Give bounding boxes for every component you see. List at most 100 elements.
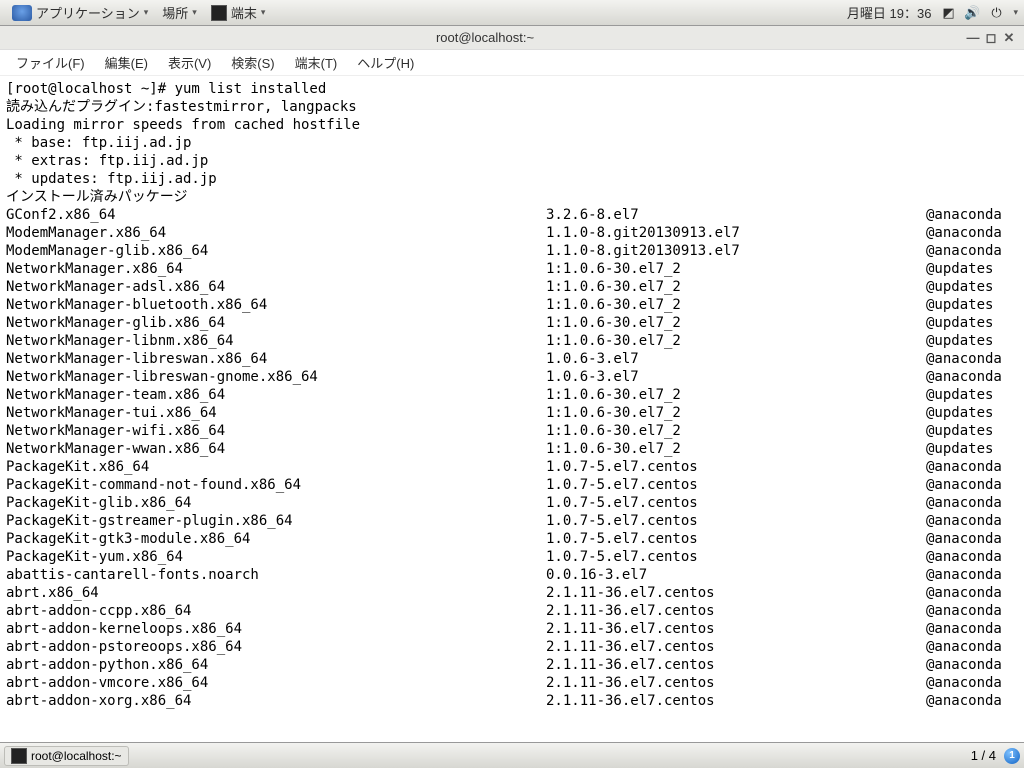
accessibility-icon[interactable]: ◩ [941,6,955,20]
package-version: 2.1.11-36.el7.centos [546,602,926,620]
taskbar-window-label: root@localhost:~ [31,749,122,763]
package-name: abrt-addon-kerneloops.x86_64 [6,620,546,638]
terminal-menu[interactable]: 端末 ▾ [205,1,272,24]
package-name: NetworkManager-libreswan-gnome.x86_64 [6,368,546,386]
power-icon[interactable]: ⏻ [989,6,1003,20]
package-version: 1:1.0.6-30.el7_2 [546,260,926,278]
terminal-line: * updates: ftp.iij.ad.jp [6,170,1018,188]
package-repo: @updates [926,404,1018,422]
places-menu[interactable]: 場所 ▾ [156,1,203,24]
package-version: 1:1.0.6-30.el7_2 [546,404,926,422]
package-row: NetworkManager-libreswan-gnome.x86_641.0… [6,368,1018,386]
window-title: root@localhost:~ [6,30,964,45]
package-row: NetworkManager-bluetooth.x86_641:1.0.6-3… [6,296,1018,314]
package-repo: @anaconda [926,530,1018,548]
menu-search[interactable]: 検索(S) [221,50,284,75]
package-repo: @anaconda [926,638,1018,656]
package-name: NetworkManager-glib.x86_64 [6,314,546,332]
clock-label[interactable]: 月曜日 19：36 [847,3,932,22]
package-name: ModemManager-glib.x86_64 [6,242,546,260]
package-version: 1.0.7-5.el7.centos [546,512,926,530]
workspace-indicator[interactable]: 1 / 4 [971,748,996,763]
package-repo: @updates [926,440,1018,458]
package-row: ModemManager-glib.x86_641.1.0-8.git20130… [6,242,1018,260]
package-version: 2.1.11-36.el7.centos [546,656,926,674]
minimize-button[interactable]: — [964,30,982,45]
package-repo: @anaconda [926,494,1018,512]
package-repo: @updates [926,314,1018,332]
package-repo: @anaconda [926,602,1018,620]
package-version: 1.0.6-3.el7 [546,368,926,386]
package-name: GConf2.x86_64 [6,206,546,224]
package-version: 1.0.6-3.el7 [546,350,926,368]
close-button[interactable]: ✕ [1000,30,1018,46]
bottom-panel: root@localhost:~ 1 / 4 1 [0,742,1024,768]
menu-terminal[interactable]: 端末(T) [285,50,348,75]
package-row: abrt-addon-xorg.x86_642.1.11-36.el7.cent… [6,692,1018,710]
package-repo: @anaconda [926,548,1018,566]
package-row: NetworkManager-tui.x86_641:1.0.6-30.el7_… [6,404,1018,422]
package-version: 0.0.16-3.el7 [546,566,926,584]
package-version: 1:1.0.6-30.el7_2 [546,332,926,350]
chevron-down-icon: ▾ [192,7,197,18]
package-version: 1:1.0.6-30.el7_2 [546,422,926,440]
package-version: 1:1.0.6-30.el7_2 [546,314,926,332]
package-repo: @anaconda [926,656,1018,674]
package-version: 2.1.11-36.el7.centos [546,584,926,602]
package-name: NetworkManager-libnm.x86_64 [6,332,546,350]
package-name: ModemManager.x86_64 [6,224,546,242]
notification-badge[interactable]: 1 [1004,748,1020,764]
package-repo: @anaconda [926,512,1018,530]
terminal-line: * extras: ftp.iij.ad.jp [6,152,1018,170]
terminal-output[interactable]: [root@localhost ~]# yum list installed読み… [0,76,1024,746]
package-repo: @anaconda [926,620,1018,638]
package-row: abrt-addon-python.x86_642.1.11-36.el7.ce… [6,656,1018,674]
window-titlebar[interactable]: root@localhost:~ — ◻ ✕ [0,26,1024,50]
package-row: NetworkManager-team.x86_641:1.0.6-30.el7… [6,386,1018,404]
package-version: 1.0.7-5.el7.centos [546,530,926,548]
applications-menu[interactable]: アプリケーション ▾ [6,1,154,24]
package-row: abrt-addon-pstoreoops.x86_642.1.11-36.el… [6,638,1018,656]
terminal-line: [root@localhost ~]# yum list installed [6,80,1018,98]
package-row: ModemManager.x86_641.1.0-8.git20130913.e… [6,224,1018,242]
package-version: 1:1.0.6-30.el7_2 [546,278,926,296]
package-name: PackageKit-command-not-found.x86_64 [6,476,546,494]
menu-view[interactable]: 表示(V) [158,50,221,75]
package-repo: @updates [926,278,1018,296]
menu-file[interactable]: ファイル(F) [6,50,95,75]
package-row: NetworkManager-wifi.x86_641:1.0.6-30.el7… [6,422,1018,440]
package-name: abrt-addon-vmcore.x86_64 [6,674,546,692]
taskbar-window-button[interactable]: root@localhost:~ [4,746,129,766]
package-repo: @anaconda [926,566,1018,584]
package-name: abattis-cantarell-fonts.noarch [6,566,546,584]
package-version: 1:1.0.6-30.el7_2 [546,386,926,404]
package-name: NetworkManager-wwan.x86_64 [6,440,546,458]
gnome-foot-icon [12,5,32,21]
package-repo: @anaconda [926,242,1018,260]
volume-icon[interactable]: 🔊 [965,6,979,20]
maximize-button[interactable]: ◻ [982,30,1000,46]
terminal-line: 読み込んだプラグイン:fastestmirror, langpacks [6,98,1018,116]
package-name: PackageKit-yum.x86_64 [6,548,546,566]
package-repo: @anaconda [926,458,1018,476]
package-repo: @updates [926,296,1018,314]
package-name: abrt-addon-pstoreoops.x86_64 [6,638,546,656]
terminal-icon [11,748,27,764]
package-row: NetworkManager-libreswan.x86_641.0.6-3.e… [6,350,1018,368]
package-version: 1.1.0-8.git20130913.el7 [546,242,926,260]
package-repo: @updates [926,422,1018,440]
package-name: PackageKit-glib.x86_64 [6,494,546,512]
package-row: PackageKit-gstreamer-plugin.x86_641.0.7-… [6,512,1018,530]
package-version: 1:1.0.6-30.el7_2 [546,296,926,314]
menu-help[interactable]: ヘルプ(H) [347,50,424,75]
menu-bar: ファイル(F) 編集(E) 表示(V) 検索(S) 端末(T) ヘルプ(H) [0,50,1024,76]
package-name: NetworkManager-wifi.x86_64 [6,422,546,440]
package-row: PackageKit.x86_641.0.7-5.el7.centos@anac… [6,458,1018,476]
package-name: NetworkManager.x86_64 [6,260,546,278]
package-name: abrt-addon-xorg.x86_64 [6,692,546,710]
chevron-down-icon: ▾ [1013,7,1018,18]
package-row: abattis-cantarell-fonts.noarch0.0.16-3.e… [6,566,1018,584]
package-name: PackageKit-gstreamer-plugin.x86_64 [6,512,546,530]
menu-edit[interactable]: 編集(E) [95,50,158,75]
package-version: 1.0.7-5.el7.centos [546,548,926,566]
